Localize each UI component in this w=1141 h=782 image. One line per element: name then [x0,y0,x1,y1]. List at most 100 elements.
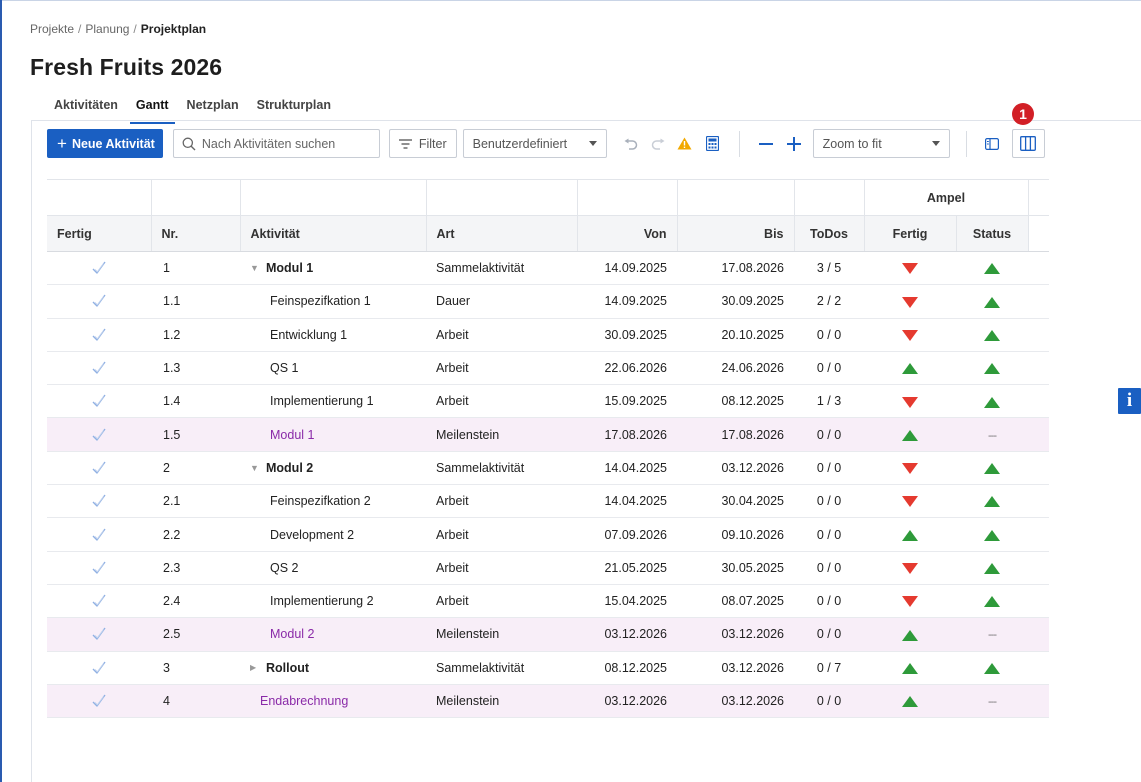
collapse-toggle-icon[interactable]: ▼ [250,463,259,473]
activity-cell[interactable]: ▶ Rollout [240,651,426,685]
redo-button[interactable] [647,129,671,158]
nr-cell: 1.5 [151,417,240,452]
table-row[interactable]: 3 ▶ Rollout Sammelaktivität 08.12.2025 03.12.… [47,651,1049,685]
table-row[interactable]: 2.1 Feinspezifkation 2 Arbeit 14.04.2025 30.… [47,484,1049,519]
indicator-up-icon [984,396,1000,408]
todos-cell: 2 / 2 [794,284,864,319]
table-row[interactable]: 2.2 Development 2 Arbeit 07.09.2026 09.10.20… [47,517,1049,552]
table-row[interactable]: 4 Endabrechnung Meilenstein 03.12.2026 03.12… [47,684,1049,719]
zoom-out-button[interactable] [755,129,777,158]
indicator-down-icon [902,263,918,275]
table-row[interactable]: 2 ▼ Modul 2 Sammelaktivität 14.04.2025 03.12.… [47,451,1049,486]
col-header-bis[interactable]: Bis [677,215,795,252]
plus-icon [786,136,801,151]
activity-cell[interactable]: QS 1 [240,351,426,386]
table-row[interactable]: 2.4 Implementierung 2 Arbeit 15.04.2025 08.0… [47,584,1049,619]
activity-cell[interactable]: Development 2 [240,517,426,552]
new-activity-button[interactable]: + Neue Aktivität [47,129,163,158]
table-row[interactable]: 2.5 Modul 2 Meilenstein 03.12.2026 03.12.202… [47,617,1049,652]
activity-cell[interactable]: Implementierung 1 [240,384,426,419]
tab-netzplan[interactable]: Netzplan [178,98,248,122]
window-top-border [0,0,1141,1]
info-button[interactable]: i [1118,388,1141,414]
tab-strukturplan[interactable]: Strukturplan [248,98,340,122]
warning-button[interactable] [674,129,696,158]
indicator-down-icon [902,463,918,475]
nr-cell: 2.3 [151,551,240,585]
zoom-select[interactable]: Zoom to fit [812,129,950,158]
columns-button[interactable] [1011,129,1045,158]
done-cell[interactable] [47,551,151,585]
table-row[interactable]: 1 ▼ Modul 1 Sammelaktivität 14.09.2025 17.08.… [47,251,1049,286]
col-header-fertig[interactable]: Fertig [47,215,152,252]
activity-cell[interactable]: Endabrechnung [240,684,426,719]
calculator-button[interactable] [702,129,724,158]
done-cell[interactable] [47,451,151,486]
col-header-todos[interactable]: ToDos [794,215,865,252]
col-header-ampel-fertig[interactable]: Fertig [864,215,957,252]
done-cell[interactable] [47,284,151,319]
done-cell[interactable] [47,251,151,286]
col-header-nr[interactable]: Nr. [151,215,241,252]
table-row[interactable]: 2.3 QS 2 Arbeit 21.05.2025 30.05.2025 0 / 0 [47,551,1049,585]
check-icon [92,627,106,641]
breadcrumb-planung[interactable]: Planung [85,22,129,36]
tab-aktivitaeten[interactable]: Aktivitäten [54,98,127,122]
activity-cell[interactable]: Modul 2 [240,617,426,652]
activity-grid: Ampel Fertig Nr. Aktivität Art Von Bis T… [47,179,1049,719]
collapse-toggle-icon[interactable]: ▼ [250,263,259,273]
search-input[interactable] [201,136,372,151]
done-cell[interactable] [47,517,151,552]
activity-cell[interactable]: ▼ Modul 1 [240,251,426,286]
chevron-down-icon [931,141,940,146]
activity-cell[interactable]: QS 2 [240,551,426,585]
col-header-ampel-status[interactable]: Status [956,215,1029,252]
activity-cell[interactable]: Entwicklung 1 [240,318,426,352]
done-cell[interactable] [47,617,151,652]
ampel-status-cell [956,318,1028,352]
done-cell[interactable] [47,384,151,419]
filter-button[interactable]: Filter [388,129,457,158]
table-row[interactable]: 1.5 Modul 1 Meilenstein 17.08.2026 17.08.202… [47,417,1049,452]
window-left-border [0,0,2,782]
ampel-fertig-cell [864,284,956,319]
done-cell[interactable] [47,651,151,685]
activity-cell[interactable]: Modul 1 [240,417,426,452]
minus-icon [758,142,773,145]
done-cell[interactable] [47,351,151,386]
activity-cell[interactable]: Feinspezifkation 2 [240,484,426,519]
breadcrumb-projekte[interactable]: Projekte [30,22,74,36]
start-date-cell: 14.04.2025 [577,484,677,519]
view-select[interactable]: Benutzerdefiniert [462,129,607,158]
done-cell[interactable] [47,684,151,719]
done-cell[interactable] [47,417,151,452]
calculator-icon [706,136,720,151]
table-row[interactable]: 1.3 QS 1 Arbeit 22.06.2026 24.06.2026 0 / 0 [47,351,1049,386]
activity-cell[interactable]: ▼ Modul 2 [240,451,426,486]
panel-toggle-button[interactable] [979,129,1005,158]
col-header-art[interactable]: Art [426,215,578,252]
indicator-up-icon [984,263,1000,275]
ampel-fertig-cell [864,617,956,652]
redo-icon [651,138,665,150]
expand-toggle-icon[interactable]: ▶ [250,663,258,672]
col-header-aktivitaet[interactable]: Aktivität [240,215,427,252]
undo-button[interactable] [619,129,643,158]
done-cell[interactable] [47,318,151,352]
todos-cell: 0 / 0 [794,318,864,352]
done-cell[interactable] [47,484,151,519]
tab-gantt[interactable]: Gantt [127,98,178,124]
zoom-in-button[interactable] [783,129,805,158]
check-icon [92,694,106,707]
table-row[interactable]: 1.2 Entwicklung 1 Arbeit 30.09.2025 20.10.20… [47,318,1049,352]
start-date-cell: 30.09.2025 [577,318,677,352]
indicator-up-icon [984,496,1000,508]
col-header-von[interactable]: Von [577,215,678,252]
activity-cell[interactable]: Feinspezifkation 1 [240,284,426,319]
end-date-cell: 03.12.2026 [677,617,794,652]
table-row[interactable]: 1.4 Implementierung 1 Arbeit 15.09.2025 08.1… [47,384,1049,419]
done-cell[interactable] [47,584,151,619]
activity-cell[interactable]: Implementierung 2 [240,584,426,619]
search-box[interactable] [172,129,380,158]
table-row[interactable]: 1.1 Feinspezifkation 1 Dauer 14.09.2025 30.0… [47,284,1049,319]
